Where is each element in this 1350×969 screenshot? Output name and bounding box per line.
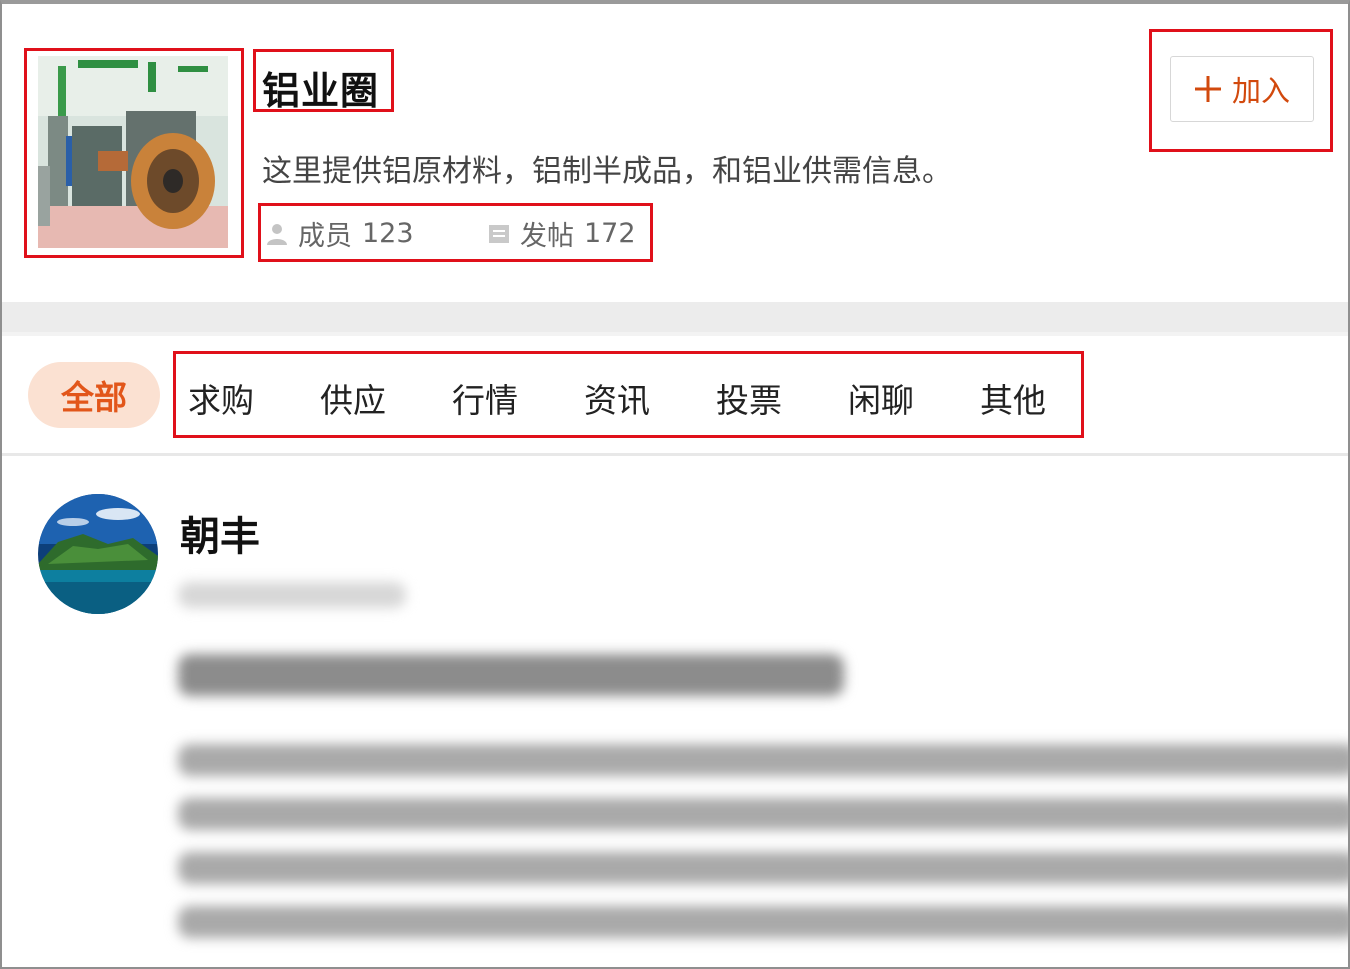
section-separator [2,302,1348,332]
factory-photo-icon [38,56,228,248]
avatar[interactable] [38,494,158,614]
post-body-line-blurred [178,906,1348,938]
category-tabs: 全部 求购 供应 行情 资讯 投票 闲聊 其他 [2,332,1348,456]
document-icon [489,224,509,243]
tab-toupiao[interactable]: 投票 [716,374,782,422]
plus-icon [1194,76,1221,102]
group-header: 铝业圈 这里提供铝原材料，铝制半成品，和铝业供需信息。 成员 123 发帖 17… [2,4,1348,302]
tab-hangqing[interactable]: 行情 [452,374,518,422]
members-count: 123 [362,218,414,249]
user-icon [267,223,287,245]
posts-stat: 发帖 172 [488,214,636,253]
tab-xianliao[interactable]: 闲聊 [848,374,914,422]
members-stat: 成员 123 [266,214,414,253]
post-author[interactable]: 朝丰 [180,504,260,562]
tab-gongying[interactable]: 供应 [320,374,386,422]
join-button[interactable]: 加入 [1170,56,1314,122]
group-title: 铝业圈 [262,69,380,113]
post-body-line-blurred [178,744,1348,776]
group-page: 铝业圈 这里提供铝原材料，铝制半成品，和铝业供需信息。 成员 123 发帖 17… [0,0,1350,969]
tab-qiugou[interactable]: 求购 [188,374,254,422]
posts-count: 172 [584,218,636,249]
post-timestamp-blurred [178,582,406,608]
tab-all[interactable]: 全部 [28,362,160,428]
island-landscape-avatar-icon [38,494,158,614]
tab-zixun[interactable]: 资讯 [584,374,650,422]
join-button-label: 加入 [1231,74,1290,108]
post-title-blurred[interactable] [178,654,844,696]
group-description: 这里提供铝原材料，铝制半成品，和铝业供需信息。 [262,154,952,189]
post-body-line-blurred [178,798,1348,830]
tab-qita[interactable]: 其他 [980,374,1046,422]
post-body-line-blurred [178,852,1348,884]
group-thumbnail[interactable] [38,56,228,248]
posts-label: 发帖 [520,221,574,252]
members-label: 成员 [298,221,352,252]
